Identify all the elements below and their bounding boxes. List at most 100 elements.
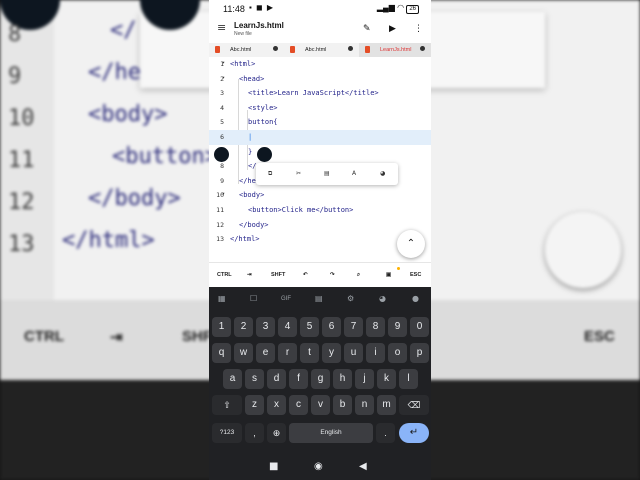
search-key[interactable]: ⌕ (357, 272, 360, 279)
home-icon[interactable]: ◉ (314, 461, 323, 472)
key-8[interactable]: 8 (366, 317, 385, 337)
settings-icon[interactable]: ⚙ (347, 294, 354, 303)
key-w[interactable]: w (234, 343, 253, 363)
background-line-number: 13 (8, 232, 35, 257)
apps-grid-icon[interactable]: ▦ (218, 294, 226, 303)
period-key[interactable]: . (376, 423, 395, 443)
play-icon[interactable]: ▶ (389, 24, 396, 34)
shift-key[interactable]: SHFT (271, 272, 285, 278)
key-h[interactable]: h (333, 369, 352, 389)
cut-icon[interactable]: ✂ (296, 170, 301, 177)
fold-arrow-icon[interactable]: ▾ (222, 75, 225, 81)
ctrl-key[interactable]: CTRL (217, 272, 232, 278)
key-e[interactable]: e (256, 343, 275, 363)
back-icon[interactable]: ◀ (359, 461, 367, 472)
close-tab-icon[interactable] (420, 46, 425, 51)
key-y[interactable]: y (322, 343, 341, 363)
key-u[interactable]: u (344, 343, 363, 363)
key-2[interactable]: 2 (234, 317, 253, 337)
clipboard-icon[interactable]: ▤ (315, 294, 323, 303)
code-line-current[interactable]: 6 | (209, 130, 431, 145)
redo-key[interactable]: ↷ (330, 272, 335, 278)
hamburger-menu-icon[interactable]: ≡ (217, 21, 226, 34)
key-1[interactable]: 1 (212, 317, 231, 337)
key-3[interactable]: 3 (256, 317, 275, 337)
save-icon[interactable]: ▣ (386, 272, 391, 278)
code-line[interactable]: 2 ▾ <head> (209, 72, 431, 87)
close-tab-icon[interactable] (273, 46, 278, 51)
key-k[interactable]: k (377, 369, 396, 389)
key-0[interactable]: 0 (410, 317, 429, 337)
key-i[interactable]: i (366, 343, 385, 363)
selection-handle-right[interactable] (257, 147, 272, 162)
key-o[interactable]: o (388, 343, 407, 363)
signal-icon: ▂▄▆ (376, 3, 395, 12)
globe-icon[interactable]: ⊕ (267, 423, 286, 443)
key-d[interactable]: d (267, 369, 286, 389)
key-b[interactable]: b (333, 395, 352, 415)
mic-icon[interactable]: ● (412, 294, 419, 303)
key-f[interactable]: f (289, 369, 308, 389)
comma-key[interactable]: , (245, 423, 264, 443)
code-text: button{ (248, 118, 278, 127)
code-editor[interactable]: 1 ▾ <html> 2 ▾ <head> 3 <title>Learn Jav… (209, 57, 431, 262)
close-tab-icon[interactable] (348, 46, 353, 51)
key-a[interactable]: a (223, 369, 242, 389)
gif-button[interactable]: GIF (281, 296, 291, 302)
copy-icon[interactable]: ⧉ (268, 170, 272, 178)
key-x[interactable]: x (267, 395, 286, 415)
symbols-key[interactable]: ?123 (212, 423, 242, 443)
code-line[interactable]: 7 } (209, 145, 431, 160)
pencil-icon[interactable]: ✎ (363, 24, 371, 34)
code-line[interactable]: 12 </body> (209, 218, 431, 233)
paste-icon[interactable]: ▤ (324, 170, 330, 177)
key-n[interactable]: n (355, 395, 374, 415)
key-l[interactable]: l (399, 369, 418, 389)
more-vert-icon[interactable]: ⋮ (414, 24, 423, 34)
code-line[interactable]: 10 ▾ <body> (209, 188, 431, 203)
undo-key[interactable]: ↶ (303, 272, 308, 278)
code-line[interactable]: 11 <button>Click me</button> (209, 203, 431, 218)
tab-key[interactable]: ⇥ (247, 272, 252, 278)
code-line[interactable]: 5 button{ (209, 115, 431, 130)
key-9[interactable]: 9 (388, 317, 407, 337)
fold-arrow-icon[interactable]: ▾ (222, 60, 225, 66)
key-g[interactable]: g (311, 369, 330, 389)
key-t[interactable]: t (300, 343, 319, 363)
battery-icon: 26 (406, 5, 419, 14)
enter-key[interactable]: ↵ (399, 423, 429, 443)
key-m[interactable]: m (377, 395, 396, 415)
scroll-up-button[interactable]: ⌃ (397, 230, 425, 258)
code-line[interactable]: 1 ▾ <html> (209, 57, 431, 72)
background-line-number: 9 (8, 64, 22, 89)
tab-learnjs-html[interactable]: LearnJs.html (359, 43, 431, 57)
shift-key[interactable]: ⇧ (212, 395, 242, 415)
backspace-key[interactable]: ⌫ (399, 395, 429, 415)
key-j[interactable]: j (355, 369, 374, 389)
recents-icon[interactable]: ■ (269, 461, 278, 472)
key-7[interactable]: 7 (344, 317, 363, 337)
key-c[interactable]: c (289, 395, 308, 415)
key-s[interactable]: s (245, 369, 264, 389)
key-r[interactable]: r (278, 343, 297, 363)
palette-icon[interactable]: ◕ (380, 170, 385, 177)
text-cursor: | (248, 133, 253, 141)
tab-abc-html[interactable]: Abc.html (209, 43, 284, 57)
key-z[interactable]: z (245, 395, 264, 415)
space-bar[interactable]: English (289, 423, 373, 443)
tab-abc-html-2[interactable]: Abc.html (284, 43, 359, 57)
key-p[interactable]: p (410, 343, 429, 363)
code-line[interactable]: 3 <title>Learn JavaScript</title> (209, 86, 431, 101)
selection-handle-left[interactable] (214, 147, 229, 162)
key-5[interactable]: 5 (300, 317, 319, 337)
key-v[interactable]: v (311, 395, 330, 415)
key-q[interactable]: q (212, 343, 231, 363)
esc-key[interactable]: ESC (410, 272, 421, 278)
format-icon[interactable]: A (352, 170, 356, 177)
fold-arrow-icon[interactable]: ▾ (222, 191, 225, 197)
code-line[interactable]: 4 <style> (209, 101, 431, 116)
sticker-icon[interactable]: ☐ (250, 294, 257, 303)
palette-icon[interactable]: ◕ (379, 294, 386, 303)
key-4[interactable]: 4 (278, 317, 297, 337)
key-6[interactable]: 6 (322, 317, 341, 337)
